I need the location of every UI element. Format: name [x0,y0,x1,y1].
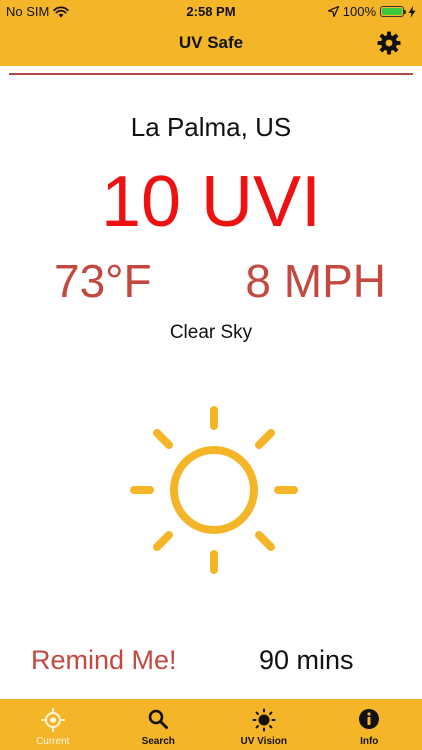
reminder-duration[interactable]: 90 mins [259,643,354,677]
tab-search-label: Search [141,736,175,747]
status-right: 100% [327,4,416,19]
tab-info-label: Info [360,736,379,747]
temperature-value: 73°F [54,255,152,307]
info-icon [359,709,380,729]
wind-speed-value: 8 MPH [245,255,386,307]
tab-current-label: Current [36,736,70,747]
tab-info[interactable]: Info [317,699,422,750]
sun-icon [252,708,276,732]
tab-search[interactable]: Search [106,699,212,750]
location-arrow-icon [327,6,339,17]
search-icon [148,709,169,729]
sky-condition-label: Clear Sky [169,322,253,343]
tab-uv-vision[interactable]: UV Vision [211,699,317,750]
battery-icon [380,6,406,17]
location-target-icon [40,708,65,732]
gear-icon[interactable] [377,31,401,55]
nav-title: UV Safe [178,33,244,52]
remind-me-button[interactable]: Remind Me! [31,643,177,677]
tab-current[interactable]: Current [0,699,106,750]
top-bar: No SIM 2:58 PM 100% UV Safe [0,0,422,66]
header-divider [9,73,413,75]
uv-index-value: 10 UVI [100,162,322,242]
status-bar: No SIM 2:58 PM 100% [0,3,422,21]
tab-bar: Current Search UV Vision Info [0,699,422,750]
battery-percent: 100% [342,4,376,19]
sun-icon [130,406,298,574]
tab-uv-vision-label: UV Vision [240,736,288,747]
location-label: La Palma, US [130,112,292,142]
charging-bolt-icon [408,5,416,18]
